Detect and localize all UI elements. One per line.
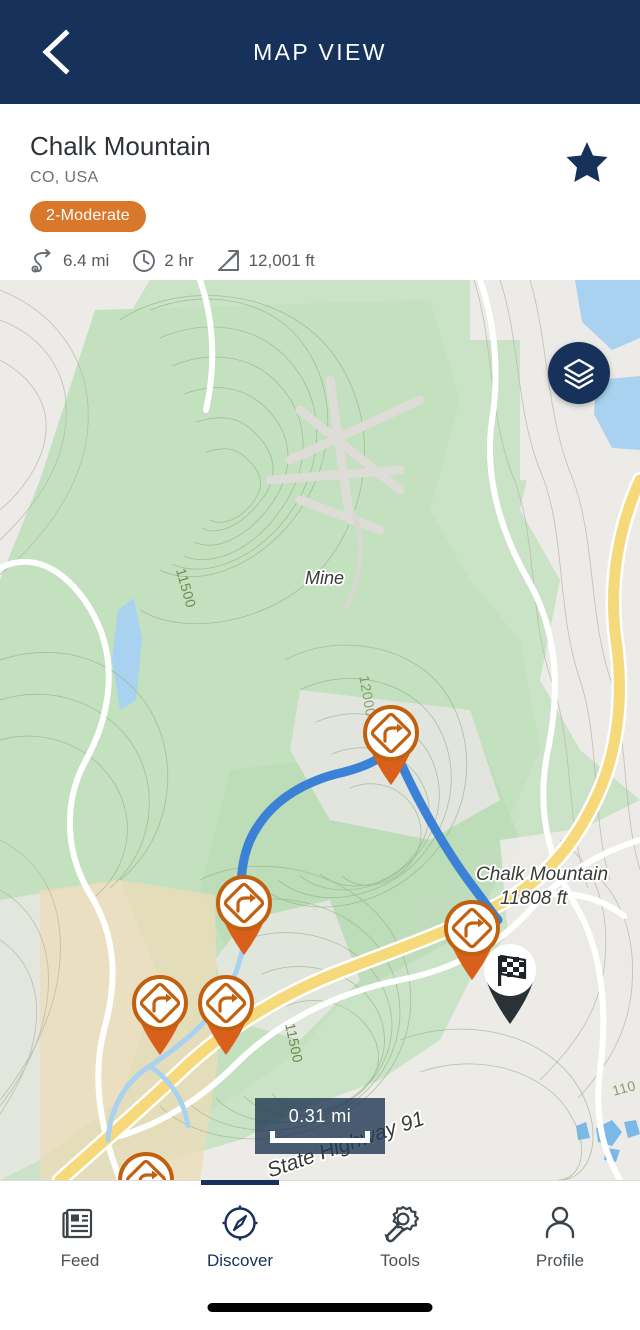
waypoint-pin-1[interactable] (355, 695, 427, 787)
page-title: MAP VIEW (253, 39, 387, 66)
checkered-flag-icon (472, 930, 548, 1026)
tab-feed-label: Feed (61, 1251, 100, 1271)
stat-elevation-value: 12,001 ft (249, 251, 315, 271)
trail-location: CO, USA (30, 169, 610, 187)
turn-right-sign-icon (190, 965, 262, 1057)
app-header: MAP VIEW (0, 0, 640, 104)
turn-right-sign-icon (110, 1142, 182, 1180)
difficulty-badge: 2-Moderate (30, 201, 146, 232)
tab-tools-label: Tools (380, 1251, 420, 1271)
tools-icon-wrap (379, 1201, 421, 1245)
turn-right-sign-icon (355, 695, 427, 787)
tab-profile[interactable]: Profile (480, 1181, 640, 1330)
compass-icon (219, 1202, 261, 1244)
person-icon (540, 1203, 580, 1243)
stat-distance: 6.4 mi (30, 248, 109, 274)
waypoint-pin-2[interactable] (208, 865, 280, 957)
map-layers-button[interactable] (548, 342, 610, 404)
map-canvas[interactable]: Mine Chalk Mountain 11808 ft State Highw… (0, 280, 640, 1180)
waypoint-pin-5[interactable] (190, 965, 262, 1057)
stat-duration: 2 hr (131, 248, 193, 274)
stat-distance-value: 6.4 mi (63, 251, 109, 271)
tools-icon (379, 1202, 421, 1244)
waypoint-pin-4[interactable] (124, 965, 196, 1057)
trail-route-icon (30, 248, 56, 274)
layers-icon (562, 356, 596, 390)
person-icon-wrap (540, 1201, 580, 1245)
trail-stats: 6.4 mi 2 hr 12,001 ft (30, 248, 610, 274)
app-screen: MAP VIEW Chalk Mountain CO, USA 2-Modera… (0, 0, 640, 1330)
turn-right-sign-icon (208, 865, 280, 957)
trail-info-panel: Chalk Mountain CO, USA 2-Moderate 6.4 mi… (0, 104, 640, 280)
tab-feed[interactable]: Feed (0, 1181, 160, 1330)
favorite-button[interactable] (564, 138, 610, 184)
elevation-gain-icon (216, 248, 242, 274)
tab-discover-label: Discover (207, 1251, 273, 1271)
clock-icon (131, 248, 157, 274)
stat-duration-value: 2 hr (164, 251, 193, 271)
trail-name: Chalk Mountain (30, 132, 610, 161)
back-button[interactable] (30, 26, 82, 78)
turn-right-sign-icon (124, 965, 196, 1057)
map-scale-bracket (270, 1131, 370, 1143)
active-tab-indicator (201, 1180, 279, 1185)
waypoint-pin-6[interactable] (110, 1142, 182, 1180)
feed-icon (60, 1203, 100, 1243)
compass-icon-wrap (219, 1201, 261, 1245)
stat-elevation: 12,001 ft (216, 248, 315, 274)
map-scale-bar: 0.31 mi (255, 1098, 385, 1154)
chevron-left-icon (39, 29, 73, 75)
map-basemap (0, 280, 640, 1180)
tab-profile-label: Profile (536, 1251, 584, 1271)
star-icon (564, 138, 610, 184)
feed-icon-wrap (60, 1201, 100, 1245)
map-scale-value: 0.31 mi (289, 1106, 352, 1127)
finish-flag-marker[interactable] (472, 930, 544, 1022)
bottom-navigation: Feed Discover (0, 1180, 640, 1330)
home-indicator (208, 1303, 433, 1312)
